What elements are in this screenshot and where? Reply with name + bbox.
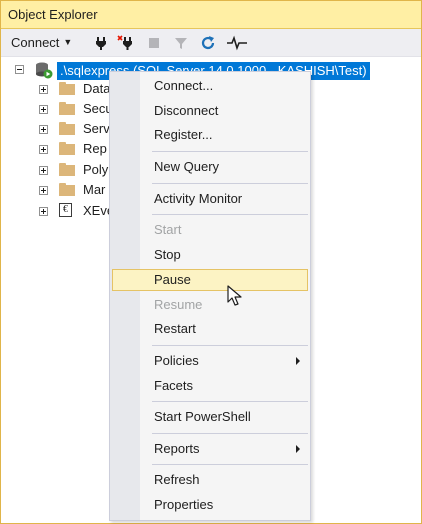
menu-item-start: Start <box>112 219 308 241</box>
connect-dropdown-button[interactable]: Connect ▼ <box>11 33 72 51</box>
menu-item-refresh[interactable]: Refresh <box>112 469 308 491</box>
filter-icon[interactable] <box>173 35 189 51</box>
title-bar: Object Explorer <box>1 1 421 29</box>
database-server-running-icon <box>36 62 53 79</box>
refresh-icon[interactable] <box>200 35 216 51</box>
menu-separator <box>152 464 308 465</box>
folder-icon <box>59 142 75 155</box>
collapse-toggle-icon[interactable] <box>15 65 24 74</box>
stop-icon[interactable] <box>146 35 162 51</box>
menu-separator <box>152 151 308 152</box>
expand-toggle-icon[interactable] <box>39 125 48 134</box>
disconnect-icon[interactable] <box>117 35 133 51</box>
menu-item-label: Reports <box>154 441 200 456</box>
expand-toggle-icon[interactable] <box>39 85 48 94</box>
menu-item-connect[interactable]: Connect... <box>112 75 308 97</box>
menu-item-label: Restart <box>154 321 196 336</box>
folder-icon <box>59 122 75 135</box>
object-explorer-window: Object Explorer Connect ▼ .\sqlexpress K… <box>0 0 422 524</box>
menu-item-label: Resume <box>154 297 203 312</box>
menu-separator <box>152 345 308 346</box>
menu-item-stop[interactable]: Stop <box>112 244 308 266</box>
expand-toggle-icon[interactable] <box>39 186 48 195</box>
menu-item-facets[interactable]: Facets <box>112 375 308 397</box>
mouse-pointer-icon <box>227 285 242 306</box>
connect-plug-icon[interactable] <box>93 35 109 51</box>
tree-item-label: Rep <box>83 141 107 156</box>
menu-item-resume: Resume <box>112 294 308 316</box>
menu-item-label: Refresh <box>154 472 200 487</box>
tree-item-label: Mar <box>83 182 106 197</box>
menu-separator <box>152 214 308 215</box>
context-menu: Connect... Disconnect Register... New Qu… <box>109 71 311 521</box>
menu-item-properties[interactable]: Properties <box>112 494 308 516</box>
menu-item-register[interactable]: Register... <box>112 124 308 146</box>
menu-item-start-powershell[interactable]: Start PowerShell <box>112 406 308 428</box>
menu-item-label: Policies <box>154 353 199 368</box>
window-title: Object Explorer <box>8 7 98 22</box>
folder-icon <box>59 102 75 115</box>
submenu-arrow-icon <box>296 357 300 365</box>
menu-item-activity-monitor[interactable]: Activity Monitor <box>112 188 308 210</box>
expand-toggle-icon[interactable] <box>39 145 48 154</box>
folder-icon <box>59 183 75 196</box>
tree-item-label: Data <box>83 81 111 96</box>
menu-item-disconnect[interactable]: Disconnect <box>112 100 308 122</box>
menu-item-label: Pause <box>154 272 191 287</box>
expand-toggle-icon[interactable] <box>39 207 48 216</box>
activity-monitor-icon[interactable] <box>227 35 247 51</box>
menu-item-reports[interactable]: Reports <box>112 438 308 460</box>
menu-item-label: New Query <box>154 159 220 174</box>
tree-item-label: Poly <box>83 162 109 177</box>
toolbar: Connect ▼ <box>1 29 421 57</box>
menu-item-pause[interactable]: Pause <box>112 269 308 291</box>
connect-label: Connect <box>11 34 60 50</box>
menu-item-new-query[interactable]: New Query <box>112 156 308 178</box>
menu-separator <box>152 433 308 434</box>
tree-item-label: Serv <box>83 121 110 136</box>
menu-item-policies[interactable]: Policies <box>112 350 308 372</box>
menu-item-label: Start PowerShell <box>154 409 251 424</box>
xevent-icon: € <box>59 203 72 217</box>
menu-item-restart[interactable]: Restart <box>112 318 308 340</box>
menu-item-label: Activity Monitor <box>154 191 243 206</box>
menu-item-label: Connect... <box>154 78 214 93</box>
chevron-down-icon: ▼ <box>63 37 73 47</box>
menu-item-label: Facets <box>154 378 194 393</box>
menu-separator <box>152 401 308 402</box>
folder-icon <box>59 163 75 176</box>
menu-item-label: Properties <box>154 497 214 512</box>
menu-item-label: Register... <box>154 127 213 142</box>
expand-toggle-icon[interactable] <box>39 105 48 114</box>
menu-item-label: Stop <box>154 247 181 262</box>
submenu-arrow-icon <box>296 445 300 453</box>
folder-icon <box>59 82 75 95</box>
expand-toggle-icon[interactable] <box>39 166 48 175</box>
menu-item-label: Start <box>154 222 182 237</box>
menu-separator <box>152 183 308 184</box>
menu-item-label: Disconnect <box>154 103 219 118</box>
